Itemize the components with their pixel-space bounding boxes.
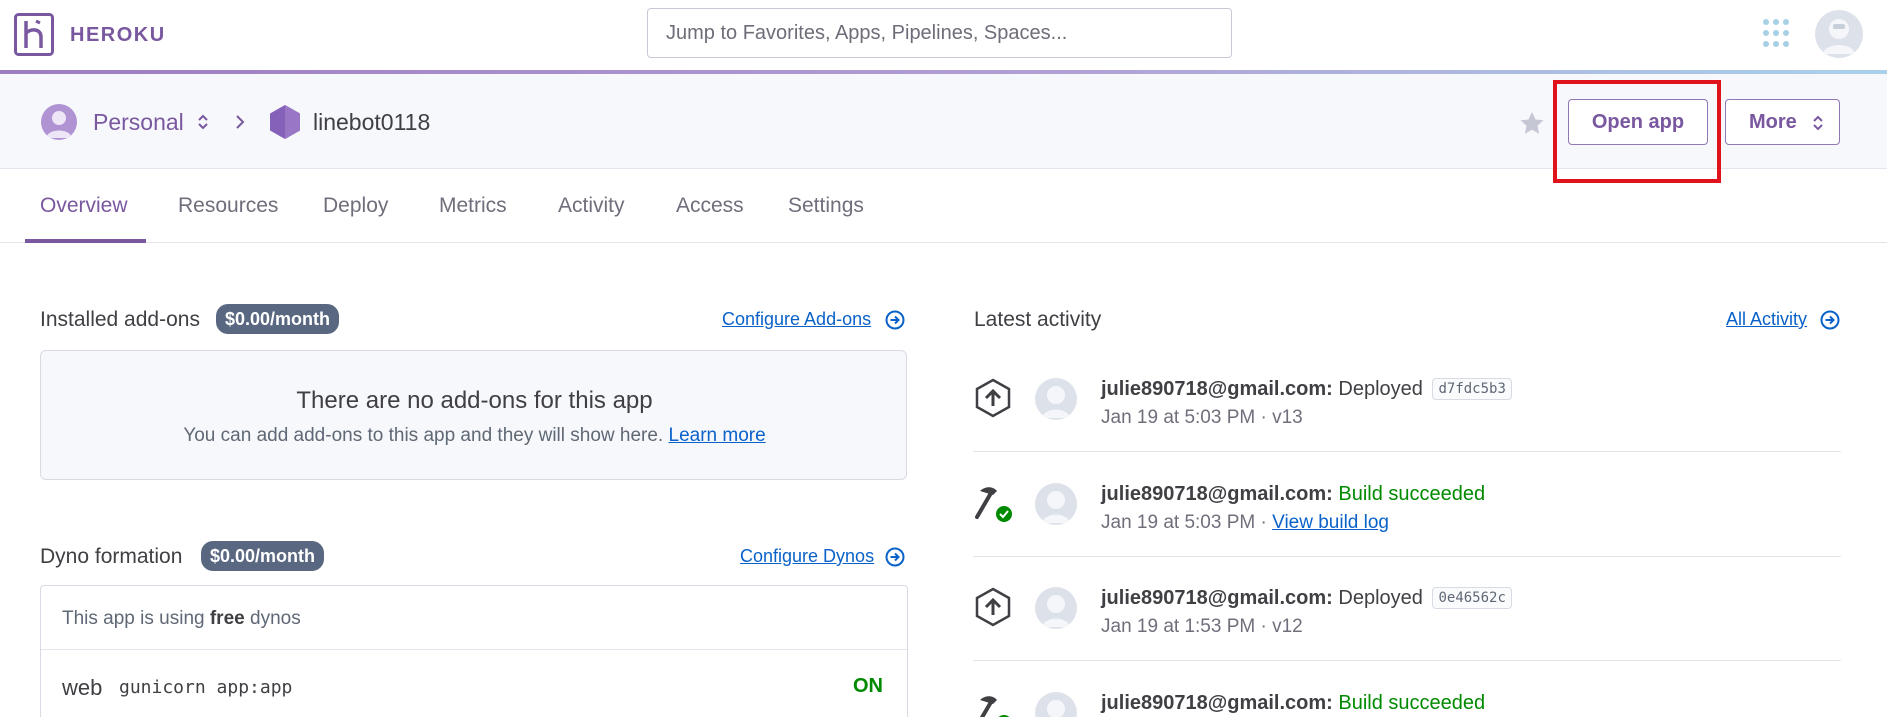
breadcrumb-chevron-icon [236, 115, 245, 129]
addons-empty-text: You can add add-ons to this app and they… [41, 425, 908, 447]
activity-divider [973, 451, 1841, 452]
app-hexagon-icon [270, 105, 300, 139]
activity-divider [973, 660, 1841, 661]
active-tab-indicator [25, 239, 146, 243]
tab-overview[interactable]: Overview [40, 194, 128, 218]
all-activity-arrow-icon[interactable] [1820, 310, 1840, 330]
activity-item: julie890718@gmail.com: Build succeeded J… [973, 483, 1843, 588]
more-button-label: More [1749, 110, 1797, 133]
activity-summary: julie890718@gmail.com: Deployed d7fdc5b3 [1101, 378, 1512, 401]
app-tabs: Overview Resources Deploy Metrics Activi… [0, 169, 1887, 243]
deploy-icon [975, 587, 1011, 627]
user-avatar-icon [1042, 491, 1070, 523]
tab-access[interactable]: Access [676, 194, 744, 218]
heroku-logo-icon[interactable] [14, 13, 54, 56]
dyno-divider [41, 649, 907, 650]
annotation-highlight-box [1553, 80, 1721, 183]
tab-metrics[interactable]: Metrics [439, 194, 507, 218]
dyno-info-suffix: dynos [250, 608, 301, 629]
activity-action: Deployed [1338, 587, 1423, 609]
all-activity-link[interactable]: All Activity [1726, 309, 1807, 330]
search-input[interactable] [647, 8, 1232, 58]
configure-dynos-link[interactable]: Configure Dynos [740, 546, 874, 567]
dyno-command: gunicorn app:app [119, 677, 293, 698]
activity-meta-text: Jan 19 at 5:03 PM · [1101, 512, 1267, 533]
dyno-formation-panel: This app is using free dynos web gunicor… [40, 585, 908, 717]
activity-action: Build succeeded [1338, 483, 1486, 505]
account-switcher-chevron-icon[interactable] [197, 112, 209, 132]
activity-user-avatar [1035, 692, 1077, 717]
activity-meta: Jan 19 at 5:03 PM · v13 [1101, 407, 1303, 428]
addons-price-badge: $0.00/month [216, 304, 340, 334]
activity-user-avatar [1035, 378, 1077, 420]
dyno-price-badge: $0.00/month [201, 541, 325, 571]
view-build-log-link[interactable]: View build log [1272, 512, 1389, 533]
dyno-process-type: web [62, 675, 103, 700]
activity-section-title: Latest activity [974, 308, 1102, 331]
addons-section-title: Installed add-ons [40, 308, 200, 331]
more-button[interactable]: More [1725, 99, 1840, 145]
activity-user: julie890718@gmail.com: [1101, 692, 1333, 714]
activity-user: julie890718@gmail.com: [1101, 483, 1333, 505]
dyno-usage-info: This app is using free dynos [62, 608, 301, 630]
tab-deploy[interactable]: Deploy [323, 194, 388, 218]
activity-user-avatar [1035, 587, 1077, 629]
build-icon [979, 696, 1010, 717]
activity-action: Build succeeded [1338, 692, 1486, 714]
tab-activity[interactable]: Activity [558, 194, 625, 218]
personal-account-avatar[interactable] [41, 104, 77, 140]
deploy-icon [975, 378, 1011, 418]
favorite-star-icon[interactable] [1519, 111, 1545, 135]
activity-summary: julie890718@gmail.com: Deployed 0e46562c [1101, 587, 1512, 610]
person-icon [46, 111, 72, 138]
learn-more-link[interactable]: Learn more [669, 425, 766, 446]
user-avatar-icon [1047, 700, 1065, 717]
activity-action: Deployed [1338, 378, 1423, 400]
activity-summary: julie890718@gmail.com: Build succeeded [1101, 483, 1485, 506]
activity-item: julie890718@gmail.com: Build succeeded [973, 692, 1843, 717]
tab-resources[interactable]: Resources [178, 194, 278, 218]
addons-empty-title: There are no add-ons for this app [296, 387, 653, 414]
dyno-info-prefix: This app is using [62, 608, 205, 629]
top-navbar: HEROKU [0, 0, 1887, 70]
activity-meta: Jan 19 at 5:03 PM · View build log [1101, 512, 1389, 534]
tab-settings[interactable]: Settings [788, 194, 864, 218]
activity-item: julie890718@gmail.com: Deployed d7fdc5b3… [973, 378, 1843, 483]
configure-addons-link[interactable]: Configure Add-ons [722, 309, 871, 330]
activity-user: julie890718@gmail.com: [1101, 587, 1333, 609]
addons-empty-state: There are no add-ons for this app You ca… [40, 350, 907, 480]
activity-item: julie890718@gmail.com: Deployed 0e46562c… [973, 587, 1843, 692]
build-icon [975, 487, 1012, 522]
configure-addons-arrow-icon[interactable] [885, 310, 905, 330]
apps-grid-icon[interactable] [1762, 18, 1790, 48]
addons-empty-description: You can add add-ons to this app and they… [183, 425, 664, 446]
account-switcher-label[interactable]: Personal [93, 109, 184, 136]
activity-divider [973, 556, 1841, 557]
user-avatar[interactable] [1815, 10, 1863, 58]
activity-meta: Jan 19 at 1:53 PM · v12 [1101, 616, 1303, 637]
dyno-info-tier: free [209, 608, 245, 629]
user-avatar-icon [1823, 19, 1855, 54]
dyno-section-title: Dyno formation [40, 545, 183, 568]
more-chevron-icon [1813, 115, 1823, 131]
activity-summary: julie890718@gmail.com: Build succeeded [1101, 692, 1485, 715]
user-avatar-icon [1042, 386, 1070, 418]
activity-user-avatar [1035, 483, 1077, 525]
commit-hash[interactable]: 0e46562c [1432, 587, 1512, 609]
activity-user: julie890718@gmail.com: [1101, 378, 1333, 400]
heroku-wordmark[interactable]: HEROKU [70, 24, 166, 47]
user-avatar-icon [1042, 595, 1070, 627]
commit-hash[interactable]: d7fdc5b3 [1432, 378, 1512, 400]
configure-dynos-arrow-icon[interactable] [885, 547, 905, 567]
dyno-state-badge: ON [853, 675, 883, 697]
app-name: linebot0118 [313, 109, 431, 135]
